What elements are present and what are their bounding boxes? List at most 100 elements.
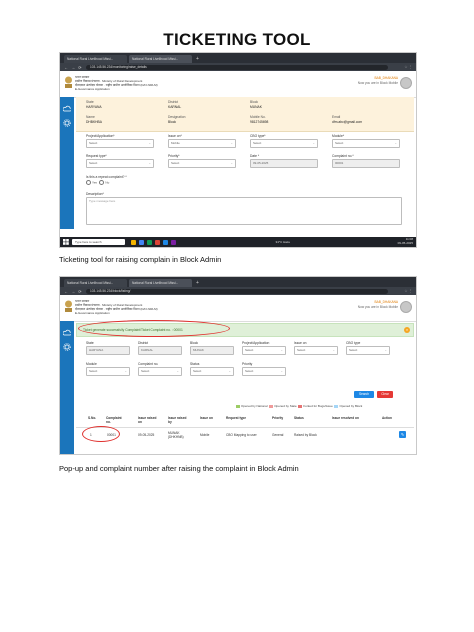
date-input[interactable]: 09-05-2025 bbox=[250, 159, 318, 168]
word-icon[interactable] bbox=[163, 239, 168, 245]
cbo-select[interactable]: Select ⌄ bbox=[250, 139, 318, 148]
excel-icon[interactable] bbox=[147, 239, 152, 245]
header-line: E-Governance Application bbox=[75, 311, 110, 315]
user-info: BAB_DHAKANA Now you are in Block Mobile bbox=[358, 76, 398, 86]
taskbar-search-input[interactable]: Type here to search bbox=[72, 239, 125, 245]
chevron-down-icon: ⌄ bbox=[312, 141, 315, 145]
legend-swatch bbox=[269, 404, 274, 408]
search-button[interactable]: Search bbox=[354, 391, 374, 398]
cloud-icon[interactable] bbox=[63, 105, 71, 113]
avatar[interactable] bbox=[400, 77, 412, 89]
browser-tab-active[interactable]: National Rural Livelihood Missi... bbox=[129, 279, 192, 287]
app-header: भारत सरकार ग्रामीण विकास मंत्रालय · Mini… bbox=[60, 295, 416, 322]
cell-priority: General bbox=[272, 433, 284, 437]
new-tab-icon[interactable]: + bbox=[194, 279, 199, 287]
filter-issue: Issue on Select ⌄ bbox=[294, 341, 338, 355]
project-select[interactable]: Select ⌄ bbox=[86, 139, 154, 148]
windows-taskbar: Type here to search 34°C Haze 11:08 09-05… bbox=[60, 237, 416, 247]
caption-2: Pop-up and complaint number after raisin… bbox=[59, 464, 299, 473]
clear-button[interactable]: Clear bbox=[377, 391, 393, 398]
windows-start-icon[interactable] bbox=[63, 239, 69, 245]
filter-priority-select[interactable]: Select ⌄ bbox=[242, 367, 286, 376]
browser-address-bar: ← → ⟳ 103.145.56.234/block/listing/ ☆ ⋮ bbox=[60, 287, 416, 295]
chevron-down-icon: ⌄ bbox=[280, 369, 283, 373]
taskbar-app-icons bbox=[131, 239, 176, 245]
col-priority: Priority bbox=[272, 416, 284, 420]
priority-field: Priority* Select ⌄ bbox=[168, 154, 236, 168]
national-emblem-icon bbox=[65, 300, 72, 312]
browser-nav-icons[interactable]: ← → ⟳ bbox=[64, 289, 86, 294]
filter-status-select[interactable]: Select ⌄ bbox=[190, 367, 234, 376]
file-explorer-icon[interactable] bbox=[131, 239, 136, 245]
app-icon[interactable] bbox=[171, 239, 176, 245]
request-field: Request type* Select ⌄ bbox=[86, 154, 154, 168]
cell-raised-on: 09-05-2025 bbox=[138, 433, 155, 437]
header-line: E-Governance Application bbox=[75, 87, 110, 91]
url-field[interactable]: 103.145.56.234/monitoring/raise_details bbox=[86, 64, 388, 70]
chevron-down-icon: ⌄ bbox=[394, 141, 397, 145]
legend-swatch bbox=[334, 404, 339, 408]
col-status: Status bbox=[294, 416, 304, 420]
browser-tab[interactable]: National Rural Livelihood Missi... bbox=[64, 279, 127, 287]
url-field[interactable]: 103.145.56.234/block/listing/ bbox=[86, 288, 388, 294]
info-designation: Designation Block bbox=[168, 115, 186, 124]
filter-block-input: MUNAK bbox=[190, 346, 234, 355]
browser-nav-icons[interactable]: ← → ⟳ bbox=[64, 65, 86, 70]
app-header-text: भारत सरकार ग्रामीण विकास मंत्रालय · Mini… bbox=[75, 299, 205, 315]
filter-complaint-no: Complaint no. Select ⌄ bbox=[138, 362, 182, 376]
col-resolved-on: Issue resolved on bbox=[332, 416, 359, 420]
module-select[interactable]: Select ⌄ bbox=[332, 139, 400, 148]
close-icon[interactable]: × bbox=[404, 327, 410, 333]
browser-tab[interactable]: National Rural Livelihood Missi... bbox=[64, 55, 127, 63]
avatar[interactable] bbox=[400, 301, 412, 313]
filter-module: Module Select ⌄ bbox=[86, 362, 130, 376]
chevron-down-icon: ⌄ bbox=[148, 141, 151, 145]
document-title: TICKETING TOOL bbox=[163, 30, 311, 49]
browser-menu-icon[interactable]: ☆ ⋮ bbox=[388, 289, 412, 293]
col-issue-on: Issue on bbox=[200, 416, 213, 420]
filter-complaint-select[interactable]: Select ⌄ bbox=[138, 367, 182, 376]
repeat-complaint-field: Is this a repeat complaint? * Yes No bbox=[86, 175, 127, 185]
col-raised-by: Issue raised by bbox=[168, 416, 187, 424]
side-rail bbox=[60, 97, 74, 229]
filter-project: Project/Application Select ⌄ bbox=[242, 341, 286, 355]
chevron-down-icon: ⌄ bbox=[230, 161, 233, 165]
filter-block: Block MUNAK bbox=[190, 341, 234, 355]
edit-icon[interactable]: ✎ bbox=[399, 431, 406, 438]
col-action: Action bbox=[382, 416, 392, 420]
chevron-down-icon: ⌄ bbox=[384, 348, 387, 352]
complaint-no-input: 00001 bbox=[332, 159, 400, 168]
filter-module-select[interactable]: Select ⌄ bbox=[86, 367, 130, 376]
issue-select[interactable]: Mobile ⌄ bbox=[168, 139, 236, 148]
gear-icon[interactable] bbox=[63, 119, 71, 127]
filter-cbo-select[interactable]: Select ⌄ bbox=[346, 346, 390, 355]
highlight-ellipse bbox=[78, 320, 230, 337]
new-tab-icon[interactable]: + bbox=[194, 55, 199, 63]
chevron-down-icon: ⌄ bbox=[332, 348, 335, 352]
screenshot-complaint-list: National Rural Livelihood Missi... Natio… bbox=[59, 276, 417, 455]
filter-project-select[interactable]: Select ⌄ bbox=[242, 346, 286, 355]
radio-no[interactable] bbox=[99, 180, 105, 185]
cloud-icon[interactable] bbox=[63, 329, 71, 337]
browser-address-bar: ← → ⟳ 103.145.56.234/monitoring/raise_de… bbox=[60, 63, 416, 71]
gear-icon[interactable] bbox=[63, 343, 71, 351]
app-icon[interactable] bbox=[155, 239, 160, 245]
complaint-list-page: Ticket generate successfully Complaint/T… bbox=[76, 320, 414, 454]
chevron-down-icon: ⌄ bbox=[228, 369, 231, 373]
request-select[interactable]: Select ⌄ bbox=[86, 159, 154, 168]
filter-issue-select[interactable]: Select ⌄ bbox=[294, 346, 338, 355]
filter-cbo: CBO type Select ⌄ bbox=[346, 341, 390, 355]
radio-yes[interactable] bbox=[86, 180, 91, 185]
description-textarea[interactable]: Type message here bbox=[86, 197, 402, 225]
chevron-down-icon: ⌄ bbox=[148, 161, 151, 165]
weather-text: 34°C Haze bbox=[275, 240, 291, 244]
screenshot-raise-complaint: National Rural Livelihood Missi... Natio… bbox=[59, 52, 417, 248]
browser-icon[interactable] bbox=[139, 239, 144, 245]
col-sno: S.No. bbox=[88, 416, 97, 420]
priority-select[interactable]: Select ⌄ bbox=[168, 159, 236, 168]
filter-state: State HARYANA bbox=[86, 341, 130, 355]
browser-tab-active[interactable]: National Rural Livelihood Missi... bbox=[129, 55, 192, 63]
browser-menu-icon[interactable]: ☆ ⋮ bbox=[388, 65, 412, 69]
chevron-down-icon: ⌄ bbox=[124, 369, 127, 373]
filter-district: District KARNAL bbox=[138, 341, 182, 355]
